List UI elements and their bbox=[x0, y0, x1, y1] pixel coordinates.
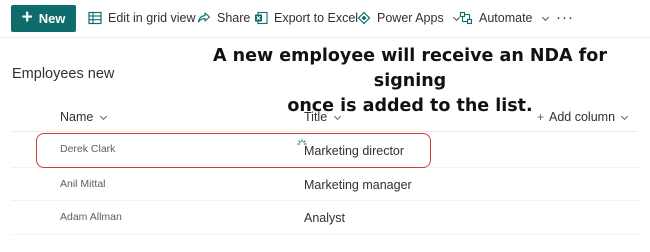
loading-spinner-icon bbox=[297, 139, 307, 145]
grid-icon bbox=[88, 11, 102, 25]
add-column-button[interactable]: + Add column bbox=[537, 110, 629, 124]
add-column-label: Add column bbox=[549, 110, 616, 124]
row-title-cell: Marketing director bbox=[304, 144, 405, 158]
new-button-label: New bbox=[38, 11, 66, 26]
table-row[interactable]: Derek Clark Marketing director bbox=[12, 133, 638, 166]
table-row[interactable]: Adam Allman Analyst bbox=[12, 201, 638, 234]
excel-icon bbox=[255, 11, 268, 25]
plus-icon: + bbox=[21, 7, 33, 28]
column-header-title-label: Title bbox=[304, 110, 328, 124]
automate-label: Automate bbox=[479, 11, 533, 25]
more-icon: ··· bbox=[556, 8, 574, 26]
row-name-cell[interactable]: Anil Mittal bbox=[60, 178, 106, 190]
plus-icon: + bbox=[537, 110, 545, 124]
annotation-callout: A new employee will receive an NDA for s… bbox=[190, 44, 630, 119]
share-icon bbox=[197, 12, 211, 23]
row-divider bbox=[12, 234, 638, 235]
command-bar: + New Edit in grid view Share Export to … bbox=[0, 0, 650, 36]
export-excel-label: Export to Excel bbox=[274, 11, 359, 25]
column-header-title[interactable]: Title bbox=[304, 110, 342, 124]
column-header-name[interactable]: Name bbox=[60, 110, 108, 124]
share-button[interactable]: Share bbox=[197, 8, 250, 28]
row-title-cell: Marketing manager bbox=[304, 178, 412, 192]
table-row[interactable]: Anil Mittal Marketing manager bbox=[12, 168, 638, 201]
column-header-name-label: Name bbox=[60, 110, 94, 124]
header-divider bbox=[12, 131, 638, 132]
automate-menu[interactable]: Automate bbox=[459, 8, 550, 28]
list-title: Employees new bbox=[12, 66, 115, 82]
chevron-down-icon bbox=[100, 115, 108, 120]
row-title-cell: Analyst bbox=[304, 211, 345, 225]
share-label: Share bbox=[217, 11, 251, 25]
new-button[interactable]: + New bbox=[11, 5, 76, 32]
toolbar-divider bbox=[0, 37, 650, 38]
power-apps-label: Power Apps bbox=[377, 11, 444, 25]
annotation-line-1: A new employee will receive an NDA for s… bbox=[213, 46, 607, 91]
chevron-down-icon bbox=[541, 16, 549, 21]
power-apps-menu[interactable]: Power Apps bbox=[357, 8, 461, 28]
edit-grid-view-label: Edit in grid view bbox=[108, 11, 196, 25]
export-excel-button[interactable]: Export to Excel bbox=[254, 8, 358, 28]
more-options-button[interactable]: ··· bbox=[556, 7, 574, 27]
row-name-cell[interactable]: Adam Allman bbox=[60, 211, 122, 223]
automate-icon bbox=[459, 11, 473, 25]
power-apps-icon bbox=[357, 11, 371, 25]
chevron-down-icon bbox=[334, 115, 342, 120]
row-name-cell[interactable]: Derek Clark bbox=[60, 143, 115, 155]
chevron-down-icon bbox=[621, 115, 629, 120]
edit-grid-view-button[interactable]: Edit in grid view bbox=[88, 8, 196, 28]
